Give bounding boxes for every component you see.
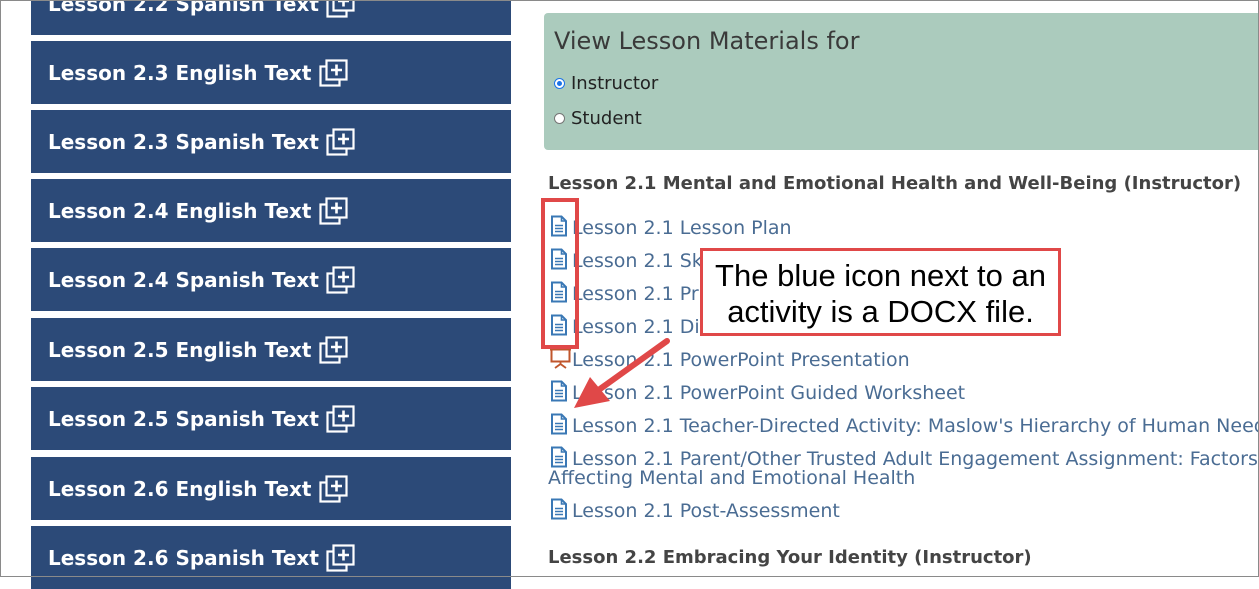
radio-student[interactable]: Student <box>554 108 642 129</box>
nav-item-lesson-2-3-spanish[interactable]: Lesson 2.3 Spanish Text <box>31 110 511 173</box>
annotation-line: activity is a DOCX file. <box>727 294 1034 329</box>
radio-label: Instructor <box>571 73 659 94</box>
nav-item-lesson-2-2-spanish[interactable]: Lesson 2.2 Spanish Text <box>31 0 511 35</box>
link-label-continuation[interactable]: Affecting Mental and Emotional Health <box>548 467 915 489</box>
nav-item-label: Lesson 2.6 Spanish Text <box>48 545 319 570</box>
nav-item-label: Lesson 2.2 Spanish Text <box>48 0 319 16</box>
material-link[interactable]: Lesson 2.1 Post-Assessment <box>548 498 840 522</box>
material-link[interactable]: Lesson 2.1 Lesson Plan <box>548 215 792 239</box>
expand-plus-icon[interactable] <box>326 543 356 572</box>
annotation-arrow-icon <box>574 338 670 408</box>
nav-item-lesson-2-4-english[interactable]: Lesson 2.4 English Text <box>31 179 511 242</box>
section-heading-lesson-2-1: Lesson 2.1 Mental and Emotional Health a… <box>548 173 1242 194</box>
radio-instructor[interactable]: Instructor <box>554 73 658 94</box>
docx-file-icon <box>548 446 572 468</box>
nav-item-label: Lesson 2.3 English Text <box>48 60 312 85</box>
radio-button-checked[interactable] <box>554 78 565 89</box>
expand-plus-icon[interactable] <box>318 335 349 364</box>
annotation-highlight-box <box>541 198 579 349</box>
docx-file-icon <box>548 498 572 520</box>
expand-plus-icon[interactable] <box>318 58 349 87</box>
annotation-callout: The blue icon next to an activity is a D… <box>700 248 1061 336</box>
materials-title: View Lesson Materials for <box>554 27 860 55</box>
expand-plus-icon[interactable] <box>326 404 356 433</box>
link-label: Lesson 2.1 Sk <box>572 250 703 272</box>
nav-item-label: Lesson 2.5 English Text <box>48 337 312 362</box>
expand-plus-icon[interactable] <box>326 127 356 156</box>
link-label: Lesson 2.1 Lesson Plan <box>572 217 792 239</box>
link-label: Lesson 2.1 Post-Assessment <box>572 500 840 522</box>
nav-item-label: Lesson 2.3 Spanish Text <box>48 129 319 154</box>
docx-file-icon <box>548 413 572 435</box>
nav-item-lesson-2-3-english[interactable]: Lesson 2.3 English Text <box>31 41 511 104</box>
nav-item-lesson-2-6-english[interactable]: Lesson 2.6 English Text <box>31 457 511 520</box>
annotation-line: The blue icon next to an <box>715 258 1046 293</box>
nav-item-label: Lesson 2.6 English Text <box>48 476 312 501</box>
link-label: Lesson 2.1 Teacher-Directed Activity: Ma… <box>572 415 1259 437</box>
link-label: Lesson 2.1 Pr <box>572 283 699 305</box>
nav-item-label: Lesson 2.5 Spanish Text <box>48 406 319 431</box>
nav-item-lesson-2-6-spanish[interactable]: Lesson 2.6 Spanish Text <box>31 526 511 589</box>
radio-button[interactable] <box>554 113 565 124</box>
expand-plus-icon[interactable] <box>318 196 349 225</box>
expand-plus-icon[interactable] <box>318 474 349 503</box>
material-link[interactable]: Lesson 2.1 Teacher-Directed Activity: Ma… <box>548 413 1259 437</box>
nav-item-lesson-2-4-spanish[interactable]: Lesson 2.4 Spanish Text <box>31 248 511 311</box>
expand-plus-icon[interactable] <box>326 265 356 294</box>
nav-item-label: Lesson 2.4 English Text <box>48 198 312 223</box>
nav-item-lesson-2-5-spanish[interactable]: Lesson 2.5 Spanish Text <box>31 387 511 450</box>
nav-item-lesson-2-5-english[interactable]: Lesson 2.5 English Text <box>31 318 511 381</box>
view-materials-panel: View Lesson Materials for Instructor Stu… <box>544 13 1259 150</box>
section-heading-lesson-2-2: Lesson 2.2 Embracing Your Identity (Inst… <box>548 547 1032 568</box>
expand-plus-icon[interactable] <box>326 0 356 18</box>
nav-item-label: Lesson 2.4 Spanish Text <box>48 267 319 292</box>
radio-label: Student <box>571 108 642 129</box>
